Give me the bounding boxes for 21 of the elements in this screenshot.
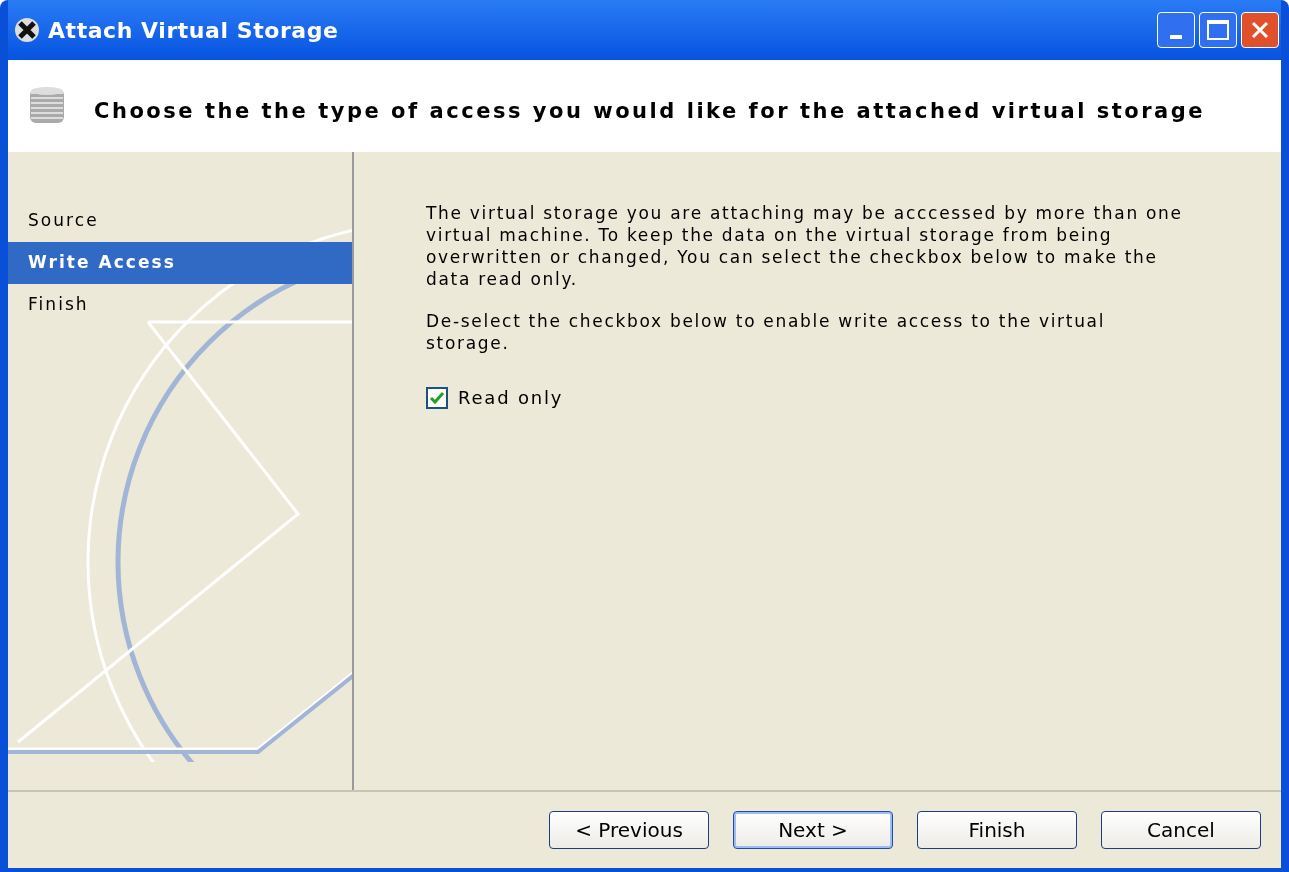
minimize-icon <box>1170 35 1182 39</box>
close-button[interactable] <box>1241 12 1279 48</box>
checkmark-icon <box>429 389 445 406</box>
description-text: De-select the checkbox below to enable write access to the virtual storage. <box>426 310 1107 354</box>
checkbox-label: Read only <box>458 386 564 410</box>
wizard-button[interactable]: < Previous <box>549 811 709 849</box>
description-text: The virtual storage you are attaching may be acccessed by more than one virtual machine. To keep the data on the virtual storage from being overwritten or changed, You can select the checkbox below to make the data read only. <box>426 202 1184 290</box>
maximize-icon <box>1207 20 1229 40</box>
wizard-button[interactable]: Next > <box>733 811 893 849</box>
wizard-step: Write Access <box>8 242 352 284</box>
read-only-checkbox[interactable] <box>426 386 448 409</box>
minimize-button[interactable] <box>1157 12 1195 48</box>
wizard-button[interactable]: Cancel <box>1101 811 1261 849</box>
wizard-step: Finish <box>8 284 352 326</box>
maximize-button[interactable] <box>1199 12 1237 48</box>
window-title: Attach Virtual Storage <box>48 16 339 45</box>
app-logo-icon <box>14 17 40 43</box>
close-icon <box>1250 20 1270 40</box>
wizard-step: Source <box>8 200 352 242</box>
wizard-button[interactable]: Finish <box>917 811 1077 849</box>
header-title: Choose the the type of access you would like for the attached virtual storage <box>94 98 1206 126</box>
